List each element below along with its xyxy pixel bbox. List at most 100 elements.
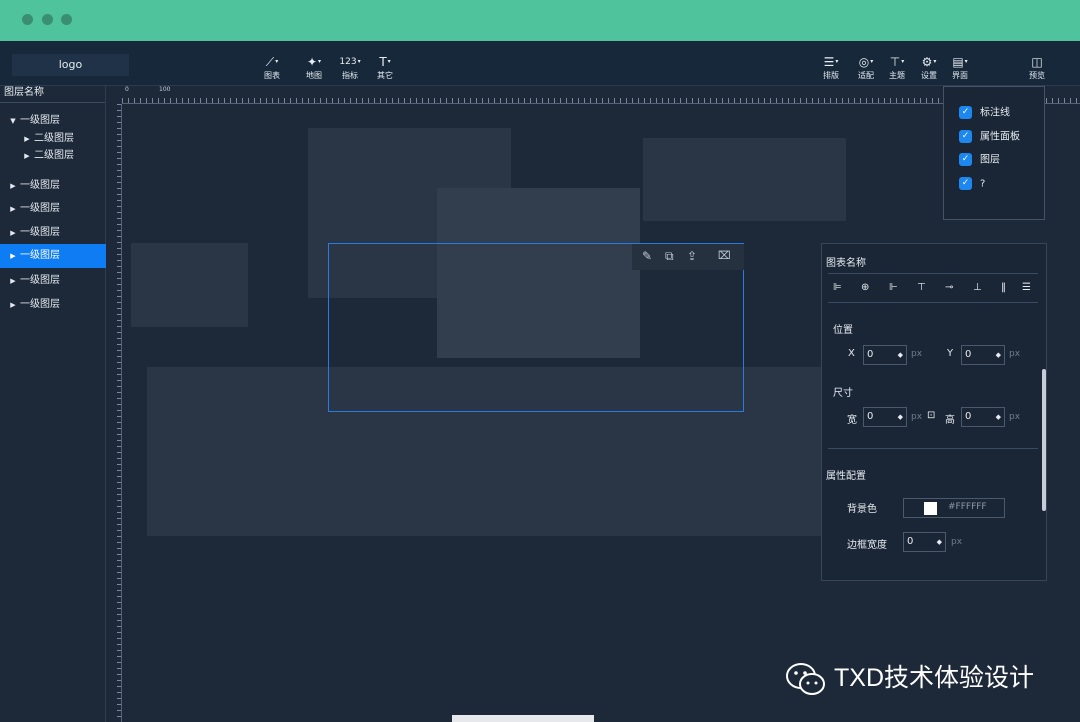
interface-menu-button[interactable]: ▤▾ 界面	[943, 55, 977, 85]
align-right-icon[interactable]: ⊩	[889, 282, 898, 293]
layer-item[interactable]: ▶ 一级图层	[0, 197, 106, 221]
layout-menu-button[interactable]: ☰▾ 排版	[814, 55, 848, 85]
caret-right-icon[interactable]: ▶	[6, 293, 20, 317]
checkbox-checked-icon[interactable]: ✓	[959, 153, 972, 166]
caret-down-icon[interactable]: ▼	[6, 109, 20, 133]
layer-item-label: 一级图层	[20, 203, 60, 214]
width-label: 宽	[847, 415, 857, 426]
window-close-dot[interactable]	[22, 14, 33, 25]
adapt-menu-label: 适配	[858, 71, 874, 80]
bg-color-picker[interactable]: #FFFFFF	[903, 498, 1005, 518]
bg-color-value: #FFFFFF	[948, 502, 987, 512]
unit-label: px	[1009, 349, 1021, 359]
align-middle-v-icon[interactable]: ⊸	[945, 282, 953, 293]
spinner-icon[interactable]: ◆	[898, 408, 903, 426]
menu-item-label: 属性面板	[980, 131, 1020, 143]
y-input[interactable]: 0 ◆	[961, 345, 1005, 365]
layer-item-active[interactable]: ▶ 一级图层	[0, 244, 106, 268]
window-maximize-dot[interactable]	[61, 14, 72, 25]
preview-label: 预览	[1029, 71, 1045, 80]
watermark: TXD技术体验设计	[784, 658, 1034, 698]
caret-right-icon[interactable]: ▶	[6, 244, 20, 268]
spinner-icon[interactable]: ◆	[996, 408, 1001, 426]
caret-right-icon[interactable]: ▶	[6, 221, 20, 245]
distribute-h-icon[interactable]: ‖	[1001, 282, 1006, 293]
chart-menu-label: 图表	[264, 71, 280, 80]
checkbox-checked-icon[interactable]: ✓	[959, 130, 972, 143]
chart-menu-button[interactable]: ⟋▾ 图表	[255, 55, 289, 85]
map-menu-label: 地图	[306, 71, 322, 80]
wechat-icon	[786, 663, 825, 696]
caret-right-icon[interactable]: ▶	[6, 174, 20, 198]
border-width-value: 0	[907, 536, 914, 547]
bottom-scroll-thumb[interactable]	[452, 715, 594, 722]
align-bottom-icon[interactable]: ⊥	[973, 282, 982, 293]
checkbox-checked-icon[interactable]: ✓	[959, 106, 972, 119]
text-icon: T▾	[379, 55, 391, 69]
layer-item[interactable]: ▼ 一级图层	[0, 109, 106, 133]
layer-item[interactable]: ▶ 二级图层	[0, 131, 106, 147]
interface-menu-label: 界面	[952, 71, 968, 80]
lock-icon[interactable]: ⊡	[927, 410, 935, 421]
layer-item-label: 一级图层	[20, 180, 60, 191]
position-label: 位置	[833, 325, 853, 336]
trash-icon[interactable]: ⌧	[718, 249, 731, 262]
panel-scrollbar[interactable]	[1042, 369, 1046, 511]
caret-right-icon[interactable]: ▶	[6, 197, 20, 221]
menu-item-label: 标注线	[980, 107, 1010, 119]
spinner-icon[interactable]: ◆	[898, 346, 903, 364]
adapt-menu-button[interactable]: ◎▾ 适配	[849, 55, 883, 85]
preview-button[interactable]: ◫ 预览	[1020, 55, 1054, 85]
window-minimize-dot[interactable]	[42, 14, 53, 25]
checkbox-checked-icon[interactable]: ✓	[959, 177, 972, 190]
caret-right-icon[interactable]: ▶	[20, 148, 34, 164]
color-swatch[interactable]	[924, 502, 937, 515]
number-icon: 123▾	[339, 57, 361, 67]
canvas-chart-block[interactable]	[131, 243, 248, 327]
layer-item-label: 一级图层	[20, 227, 60, 238]
divider	[828, 273, 1038, 274]
canvas-chart-block[interactable]	[643, 138, 846, 221]
watermark-text: TXD技术体验设计	[834, 664, 1035, 692]
spinner-icon[interactable]: ◆	[996, 346, 1001, 364]
menu-item-unknown[interactable]: ✓?	[959, 177, 985, 191]
layer-item[interactable]: ▶ 二级图层	[0, 148, 106, 164]
unit-label: px	[951, 537, 963, 547]
edit-icon[interactable]: ✎	[642, 249, 652, 263]
menu-item-annotation-line[interactable]: ✓ 标注线	[959, 106, 1010, 120]
border-width-input[interactable]: 0 ◆	[903, 532, 946, 552]
caret-right-icon[interactable]: ▶	[6, 269, 20, 293]
menu-item-layers[interactable]: ✓ 图层	[959, 153, 1000, 167]
ruler-label: 100	[159, 86, 171, 93]
layer-item-label: 一级图层	[20, 115, 60, 126]
spinner-icon[interactable]: ◆	[937, 533, 942, 551]
other-menu-button[interactable]: T▾ 其它	[368, 55, 402, 85]
layout-menu-label: 排版	[823, 71, 839, 80]
align-center-h-icon[interactable]: ⊕	[861, 282, 869, 293]
preview-icon: ◫	[1031, 55, 1043, 69]
width-input[interactable]: 0 ◆	[863, 407, 907, 427]
theme-menu-button[interactable]: ⊤▾ 主题	[880, 55, 914, 85]
shirt-icon: ⊤▾	[889, 55, 905, 69]
layer-item[interactable]: ▶ 一级图层	[0, 269, 106, 293]
layer-item-label: 一级图层	[20, 299, 60, 310]
x-input[interactable]: 0 ◆	[863, 345, 907, 365]
layer-item[interactable]: ▶ 一级图层	[0, 293, 106, 317]
caret-right-icon[interactable]: ▶	[20, 131, 34, 147]
layer-item[interactable]: ▶ 一级图层	[0, 221, 106, 245]
ruler-label: 0	[125, 86, 129, 93]
layer-item[interactable]: ▶ 一级图层	[0, 174, 106, 198]
align-left-icon[interactable]: ⊫	[833, 282, 842, 293]
map-menu-button[interactable]: ✦▾ 地图	[297, 55, 331, 85]
copy-icon[interactable]: ⧉	[665, 249, 674, 264]
settings-menu-button[interactable]: ⚙▾ 设置	[912, 55, 946, 85]
metric-menu-label: 指标	[342, 71, 358, 80]
align-top-icon[interactable]: ⊤	[917, 282, 926, 293]
share-icon[interactable]: ⇪	[687, 249, 697, 263]
unit-label: px	[1009, 412, 1021, 422]
distribute-v-icon[interactable]: ☰	[1022, 282, 1031, 293]
height-input[interactable]: 0 ◆	[961, 407, 1005, 427]
metric-menu-button[interactable]: 123▾ 指标	[333, 55, 367, 85]
property-panel: 图表名称 ⊫ ⊕ ⊩ ⊤ ⊸ ⊥ ‖ ☰ 位置 X 0 ◆ px Y 0 ◆ px …	[821, 243, 1047, 581]
menu-item-property-panel[interactable]: ✓ 属性面板	[959, 130, 1020, 144]
